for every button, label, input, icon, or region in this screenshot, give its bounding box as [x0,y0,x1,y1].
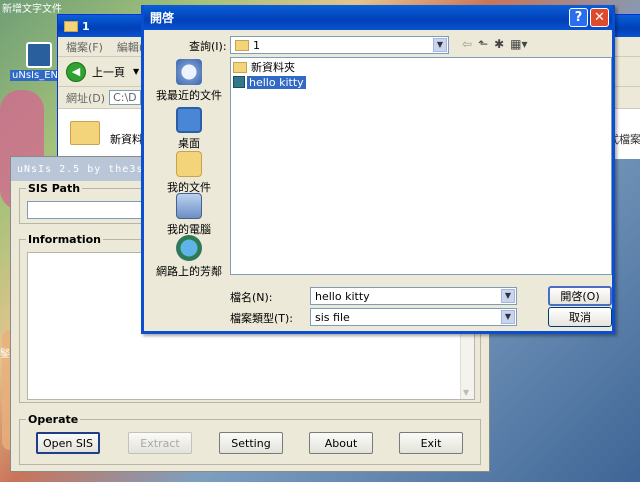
back-dropdown-icon[interactable]: ▼ [133,67,139,76]
operate-label: Operate [26,413,81,426]
file-list[interactable]: 新資料夾 hello kitty [230,57,612,275]
desktop-icon [176,107,202,133]
cancel-button[interactable]: 取消 [548,307,612,327]
recent-documents-icon [176,59,202,85]
sis-file-icon [233,76,245,88]
dialog-title-bar[interactable]: 開啓 ? ✕ [144,5,612,30]
list-item[interactable]: hello kitty [233,75,306,89]
up-folder-icon[interactable]: ⬑ [478,37,488,51]
place-my-documents[interactable]: 我的文件 [150,151,228,195]
extract-button[interactable]: Extract [128,432,192,454]
open-button[interactable]: 開啓(O) [548,286,612,306]
folder-icon [235,39,249,51]
file-name: 新資料夾 [251,61,295,74]
look-in-value: 1 [253,38,260,52]
information-label: Information [26,233,103,246]
file-name-label: 檔名(N): [230,291,273,304]
exit-button[interactable]: Exit [399,432,463,454]
folder-icon [64,20,78,32]
my-documents-icon [176,151,202,177]
new-folder-icon[interactable]: ✱ [494,37,504,51]
file-type-dropdown[interactable]: sis file ▼ [310,308,517,326]
address-label: 網址(D) [66,91,106,105]
open-dialog: 開啓 ? ✕ 查詢(I): 1 ▼ ⇦ ⬑ ✱ ▦▾ 我最近的文件 桌面 我的文… [141,5,615,334]
file-type-label: 檔案類型(T): [230,312,294,325]
setting-button[interactable]: Setting [219,432,283,454]
back-arrow-icon[interactable]: ◀ [66,61,86,82]
chevron-down-icon[interactable]: ▼ [501,289,515,303]
explorer-title: 1 [82,19,90,33]
scroll-down-icon[interactable]: ▼ [463,388,469,397]
back-arrow-icon[interactable]: ⇦ [462,37,472,51]
desktop-icon-label[interactable]: 新增文字文件 [2,0,62,15]
look-in-label: 查詢(I): [189,40,227,53]
menu-file[interactable]: 檔案(F) [66,39,103,55]
view-menu-icon[interactable]: ▦▾ [510,37,527,51]
file-type-value: sis file [315,310,350,324]
place-network[interactable]: 網路上的芳鄰 [150,235,228,279]
back-button-label[interactable]: 上一頁 [92,64,125,80]
desktop-caption-fragment: 鋻 [0,349,10,360]
places-bar: 我最近的文件 桌面 我的文件 我的電腦 網路上的芳鄰 [150,57,228,303]
place-label: 網路上的芳鄰 [156,265,222,278]
desktop-shortcut-icon[interactable] [26,42,52,68]
file-name: hello kitty [247,75,306,89]
close-icon[interactable]: ✕ [590,8,609,27]
folder-icon[interactable] [70,121,100,145]
operate-group: Operate Open SIS Extract Setting About E… [19,413,481,465]
open-sis-button[interactable]: Open SIS [36,432,100,454]
my-computer-icon [176,193,202,219]
dialog-title: 開啓 [150,11,175,25]
network-places-icon [176,235,202,261]
address-input[interactable]: C:\D [109,90,141,105]
menu-edit[interactable]: 編輯( [117,39,143,55]
chevron-down-icon[interactable]: ▼ [433,38,447,52]
file-name-input[interactable]: hello kitty ▼ [310,287,517,305]
list-item[interactable]: 新資料夾 [233,60,297,74]
dialog-nav-toolbar: ⇦ ⬑ ✱ ▦▾ [462,37,528,51]
place-label: 桌面 [178,137,200,150]
file-name-value: hello kitty [315,289,370,303]
place-label: 我最近的文件 [156,89,222,102]
folder-label[interactable]: 新資料 [110,131,143,147]
look-in-dropdown[interactable]: 1 ▼ [230,36,449,54]
place-my-computer[interactable]: 我的電腦 [150,193,228,237]
help-icon[interactable]: ? [569,8,588,27]
place-desktop[interactable]: 桌面 [150,107,228,151]
folder-icon [233,61,247,73]
about-button[interactable]: About [309,432,373,454]
place-recent[interactable]: 我最近的文件 [150,59,228,103]
sis-path-label: SIS Path [26,182,83,195]
chevron-down-icon[interactable]: ▼ [501,310,515,324]
